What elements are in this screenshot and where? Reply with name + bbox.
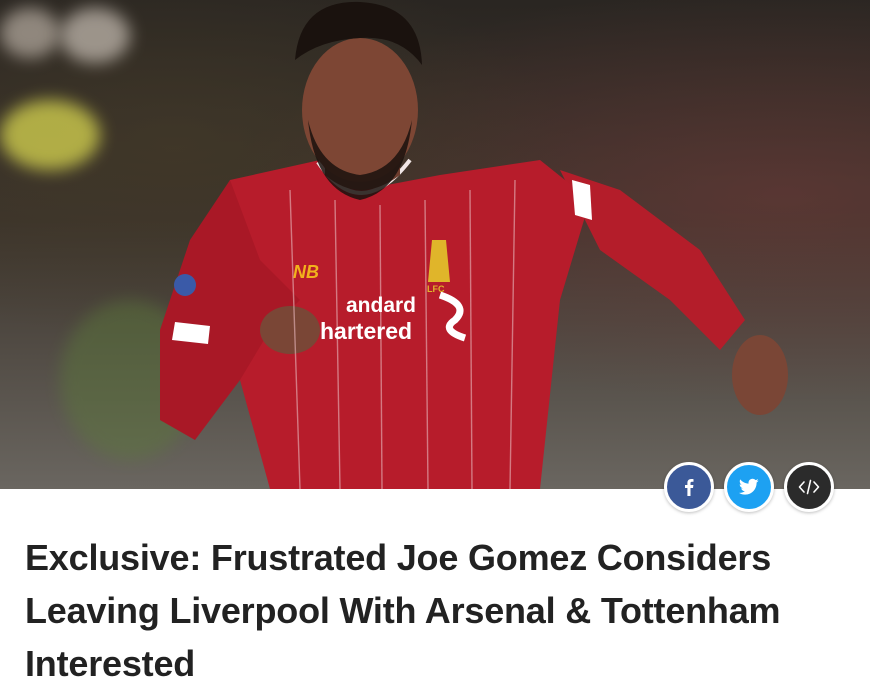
twitter-icon [739, 478, 759, 495]
hero-image: NB LFC andard hartered [0, 0, 870, 489]
crest-text: LFC [427, 284, 445, 294]
facebook-share-button[interactable] [664, 462, 714, 512]
sponsor-text-line1: andard [346, 294, 417, 317]
embed-share-button[interactable] [784, 462, 834, 512]
facebook-icon [685, 479, 694, 496]
sponsor-text-line2: hartered [320, 318, 413, 344]
article-headline: Exclusive: Frustrated Joe Gomez Consider… [25, 537, 781, 684]
twitter-share-button[interactable] [724, 462, 774, 512]
share-bar [664, 462, 834, 512]
kit-brand-logo: NB [293, 262, 319, 282]
code-icon [798, 479, 820, 495]
player-illustration [160, 1, 788, 489]
